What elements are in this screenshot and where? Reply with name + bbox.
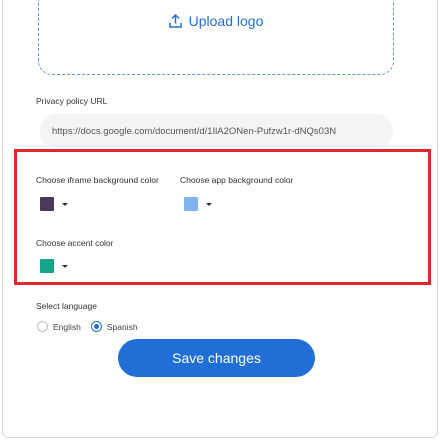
chevron-down-icon <box>62 202 68 206</box>
select-language-label: Select language <box>36 301 97 311</box>
radio-spanish[interactable] <box>90 321 102 332</box>
radio-english[interactable] <box>37 321 48 332</box>
language-option-spanish[interactable]: Spanish <box>90 321 138 332</box>
accent-color-label: Choose accent color <box>36 238 114 248</box>
settings-panel: Upload logo Privacy policy URL https://d… <box>2 0 438 438</box>
upload-logo-label: Upload logo <box>188 13 264 29</box>
accent-swatch <box>40 259 54 273</box>
app-bg-color-picker[interactable] <box>184 197 212 211</box>
highlight-box <box>14 149 431 285</box>
privacy-policy-label: Privacy policy URL <box>36 96 108 106</box>
language-option-english[interactable]: English <box>37 321 81 332</box>
chevron-down-icon <box>206 202 212 206</box>
chevron-down-icon <box>62 264 68 268</box>
iframe-bg-swatch <box>40 197 54 211</box>
save-changes-button[interactable]: Save changes <box>118 339 315 377</box>
upload-logo-button[interactable]: Upload logo <box>39 11 393 31</box>
language-radio-group: English Spanish <box>37 321 138 332</box>
english-label: English <box>53 321 81 332</box>
app-bg-label: Choose app background color <box>180 175 294 185</box>
accent-color-picker[interactable] <box>40 259 68 273</box>
iframe-bg-color-picker[interactable] <box>40 197 68 211</box>
logo-dropzone[interactable]: Upload logo <box>38 0 394 75</box>
app-bg-swatch <box>184 197 198 211</box>
spanish-label: Spanish <box>106 321 138 332</box>
iframe-bg-label: Choose iframe background color <box>36 175 159 185</box>
privacy-policy-url-value: https://docs.google.com/document/d/1IlA2… <box>52 125 337 137</box>
upload-icon <box>168 14 182 28</box>
privacy-policy-url-input[interactable]: https://docs.google.com/document/d/1IlA2… <box>40 114 393 148</box>
